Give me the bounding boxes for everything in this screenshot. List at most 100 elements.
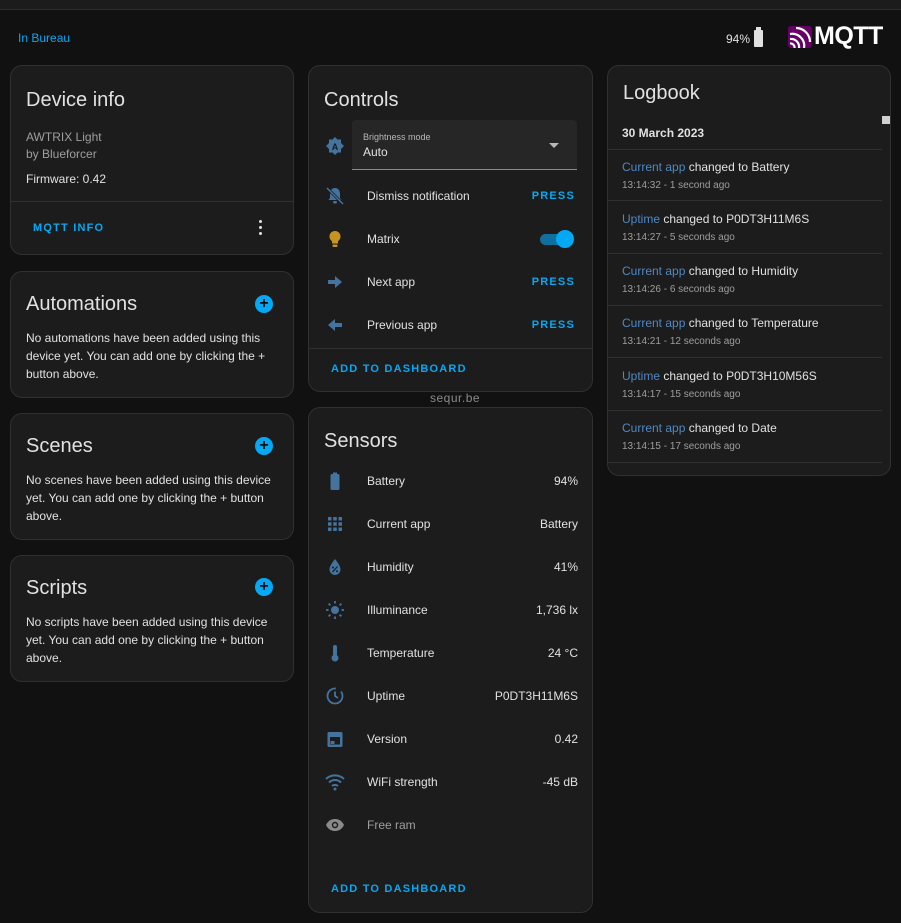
sensor-label: Temperature (367, 645, 435, 660)
logbook-entry[interactable]: Current app changed to Temperature 13:14… (608, 306, 882, 358)
logbook-change-text: changed to Temperature (685, 316, 819, 330)
sensor-row-version[interactable]: Version 0.42 (309, 717, 592, 760)
lightbulb-icon (325, 229, 345, 249)
previous-app-label: Previous app (367, 317, 438, 332)
sensor-row-battery[interactable]: Battery 94% (309, 459, 592, 502)
battery-icon (325, 471, 345, 491)
svg-text:A: A (332, 142, 339, 152)
sensor-row-free-ram[interactable]: Free ram (309, 803, 592, 846)
logbook-entry[interactable]: Uptime changed to P0DT3H11M6S 13:14:27 -… (608, 202, 882, 254)
controls-add-to-dashboard-button[interactable]: ADD TO DASHBOARD (331, 363, 467, 375)
device-manufacturer: by Blueforcer (26, 147, 97, 161)
water-percent-icon (325, 557, 345, 577)
logbook-time: 13:14:21 - 12 seconds ago (622, 336, 741, 347)
logbook-entity-link[interactable]: Current app (622, 264, 685, 278)
add-script-button[interactable]: + (255, 578, 273, 596)
scenes-card: Scenes + No scenes have been added using… (10, 413, 294, 540)
device-firmware: Firmware: 0.42 (26, 172, 107, 186)
scripts-card: Scripts + No scripts have been added usi… (10, 555, 294, 682)
sensor-row-current-app[interactable]: Current app Battery (309, 502, 592, 545)
sensor-row-temperature[interactable]: Temperature 24 °C (309, 631, 592, 674)
controls-actions: ADD TO DASHBOARD (309, 348, 592, 391)
bell-off-icon (325, 186, 345, 206)
mqtt-signal-icon (788, 25, 812, 48)
sensors-actions: ADD TO DASHBOARD (309, 869, 592, 912)
battery-icon (754, 27, 764, 47)
sensor-label: Uptime (367, 688, 406, 703)
logbook-change-text: changed to Date (685, 421, 777, 435)
dismiss-notification-row: Dismiss notification PRESS (309, 174, 592, 217)
sensor-value: 0.42 (554, 731, 578, 746)
arrow-left-icon (325, 315, 345, 335)
sensors-add-to-dashboard-button[interactable]: ADD TO DASHBOARD (331, 883, 467, 895)
controls-title: Controls (324, 89, 399, 111)
automations-card: Automations + No automations have been a… (10, 271, 294, 398)
logbook-entry[interactable]: Current app changed to Battery 13:14:32 … (608, 149, 882, 201)
sensor-label: WiFi strength (367, 774, 438, 789)
sensors-title: Sensors (324, 430, 398, 452)
scripts-empty-text: No scripts have been added using this de… (26, 615, 268, 665)
sensor-row-humidity[interactable]: Humidity 41% (309, 545, 592, 588)
sensor-row-wifi[interactable]: WiFi strength -45 dB (309, 760, 592, 803)
sensor-label: Illuminance (367, 602, 428, 617)
logbook-entity-link[interactable]: Uptime (622, 212, 660, 226)
logbook-entity-link[interactable]: Current app (622, 316, 685, 330)
logbook-time: 13:14:15 - 17 seconds ago (622, 441, 741, 452)
logbook-change-text: changed to Battery (685, 160, 790, 174)
scenes-empty-text: No scenes have been added using this dev… (26, 473, 271, 523)
add-automation-button[interactable]: + (255, 295, 273, 313)
controls-card: Controls A Brightness mode Auto Dismiss … (308, 65, 593, 392)
dismiss-notification-press-button[interactable]: PRESS (532, 190, 575, 202)
area-link[interactable]: In Bureau (18, 31, 70, 45)
more-options-icon[interactable] (259, 220, 263, 236)
sensor-value: 24 °C (547, 645, 578, 660)
add-scene-button[interactable]: + (255, 437, 273, 455)
device-model: AWTRIX Light by Blueforcer (26, 129, 102, 163)
mqtt-info-button[interactable]: MQTT INFO (33, 222, 104, 234)
brightness-mode-label: Brightness mode (363, 132, 431, 142)
sensor-label: Current app (367, 516, 431, 531)
logbook-time: 13:14:17 - 15 seconds ago (622, 389, 741, 400)
logbook-time: 13:14:27 - 5 seconds ago (622, 232, 735, 243)
sensor-value: Battery (539, 516, 578, 531)
device-info-title: Device info (26, 89, 125, 111)
logbook-time: 13:14:32 - 1 second ago (622, 180, 730, 191)
eye-icon (325, 815, 345, 835)
logbook-entity-link[interactable]: Uptime (622, 369, 660, 383)
previous-app-press-button[interactable]: PRESS (532, 319, 575, 331)
sensor-label: Battery (367, 473, 406, 488)
brightness-mode-select[interactable]: Brightness mode Auto (352, 120, 577, 170)
logbook-change-text: changed to P0DT3H11M6S (660, 212, 810, 226)
wifi-icon (325, 772, 345, 792)
brightness-mode-value: Auto (363, 145, 388, 159)
calendar-icon (325, 729, 345, 749)
automations-title: Automations (26, 293, 138, 315)
device-info-actions: MQTT INFO (11, 201, 293, 254)
sensor-value: 94% (553, 473, 578, 488)
logbook-entity-link[interactable]: Current app (622, 160, 685, 174)
logbook-change-text: changed to Humidity (685, 264, 799, 278)
matrix-toggle[interactable] (540, 229, 574, 248)
brightness-icon (325, 600, 345, 620)
scrollbar[interactable] (882, 116, 890, 124)
sensor-row-uptime[interactable]: Uptime P0DT3H11M6S (309, 674, 592, 717)
sensor-label: Free ram (367, 817, 416, 832)
battery-percent: 94% (726, 31, 751, 46)
sensor-value: -45 dB (542, 774, 578, 789)
logbook-entry[interactable]: Current app changed to Humidity 13:14:26… (608, 254, 882, 306)
logbook-change-text: changed to P0DT3H10M56S (660, 369, 817, 383)
logbook-card: Logbook 30 March 2023 Current app change… (607, 65, 891, 476)
logbook-time: 13:14:26 - 6 seconds ago (622, 284, 735, 295)
sensor-label: Humidity (367, 559, 414, 574)
sensor-value: 1,736 lx (535, 602, 578, 617)
next-app-row: Next app PRESS (309, 260, 592, 303)
chevron-down-icon (549, 143, 559, 148)
sensor-row-illuminance[interactable]: Illuminance 1,736 lx (309, 588, 592, 631)
scenes-title: Scenes (26, 435, 93, 457)
logbook-entry[interactable]: Current app changed to Date 13:14:15 - 1… (608, 411, 882, 463)
timer-icon (325, 686, 345, 706)
next-app-press-button[interactable]: PRESS (532, 276, 575, 288)
logbook-entity-link[interactable]: Current app (622, 421, 685, 435)
logbook-entry[interactable]: Uptime changed to P0DT3H10M56S 13:14:17 … (608, 359, 882, 411)
watermark: sequr.be (430, 391, 481, 405)
